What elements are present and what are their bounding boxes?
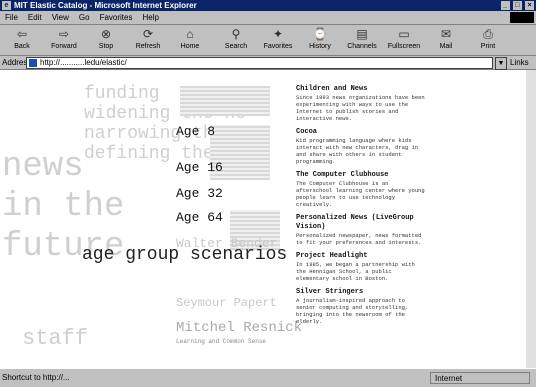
address-bar: Address http://...........ledu/elastic/ … [0,56,536,70]
window-title: MIT Elastic Catalog - Microsoft Internet… [14,1,197,10]
age-64-link[interactable]: Age 64 [176,210,223,225]
person-seymour-papert[interactable]: Seymour Papert [176,296,277,310]
bg-news-text[interactable]: news [2,148,84,186]
project-description: A journalism-inspired approach to senior… [296,297,409,325]
project-list: Children and News Since 1993 news organi… [296,85,428,331]
favorites-icon: ✦ [272,27,284,41]
home-button[interactable]: ⌂ Home [170,27,210,53]
person-note: Learning and Common Sense [176,338,267,345]
person-mitchel-resnick[interactable]: Mitchel Resnick [176,320,302,336]
project-item[interactable]: Children and News Since 1993 news organi… [296,85,428,122]
fullscreen-icon: ▭ [398,27,410,41]
minimize-button[interactable]: _ [500,1,510,10]
project-description: The Computer Clubhouse is an afterschool… [296,180,425,208]
favorites-button[interactable]: ✦ Favorites [258,27,298,53]
age-32-link[interactable]: Age 32 [176,186,223,201]
print-icon: ⎙ [483,27,493,41]
menu-help[interactable]: Help [137,11,163,24]
age-group-scenarios-label: age group scenarios [82,245,288,265]
home-icon: ⌂ [186,27,194,41]
throbber-logo-icon [510,12,534,23]
ie-logo-icon: e [2,1,11,10]
back-arrow-icon: ⇦ [16,27,28,41]
mail-button[interactable]: ✉ Mail [426,27,466,53]
search-button[interactable]: ⚲ Search [216,27,256,53]
project-item[interactable]: Project Headlight In 1985, we began a pa… [296,252,428,282]
bg-collage-image [180,86,270,116]
address-input[interactable]: http://...........ledu/elastic/ [26,57,493,69]
window-title-bar: e MIT Elastic Catalog - Microsoft Intern… [0,0,536,11]
project-title[interactable]: Children and News [296,85,428,94]
menu-bar: File Edit View Go Favorites Help [0,11,536,25]
channels-icon: ▤ [356,27,368,41]
bg-staff-text[interactable]: staff [22,326,88,351]
maximize-button[interactable]: □ [512,1,522,10]
channels-button[interactable]: ▤ Channels [342,27,382,53]
project-title[interactable]: Silver Stringers [296,288,428,297]
status-text: Shortcut to http://... [2,373,70,382]
stop-icon: ⊗ [100,27,112,41]
menu-view[interactable]: View [47,11,74,24]
menu-file[interactable]: File [0,11,23,24]
print-button[interactable]: ⎙ Print [468,27,508,53]
address-dropdown-button[interactable]: ▼ [495,57,507,70]
project-description: Personalized newspaper, news formatted t… [296,232,422,246]
project-title[interactable]: The Computer Clubhouse [296,171,428,180]
project-item[interactable]: Cocoa Kid programming language where kid… [296,128,428,165]
security-zone: Internet [430,372,530,384]
menu-go[interactable]: Go [74,11,95,24]
links-button[interactable]: Links [510,56,529,69]
toolbar: ⇦ Back ⇨ Forward ⊗ Stop ⟳ Refresh ⌂ Home ⚲ Sea… [0,25,536,56]
bg-in-the-text[interactable]: in the [2,188,124,226]
project-item[interactable]: The Computer Clubhouse The Computer Club… [296,171,428,208]
stop-button[interactable]: ⊗ Stop [86,27,126,53]
project-title[interactable]: Personalized News (LiveGroup Vision) [296,214,428,232]
search-icon: ⚲ [231,27,241,41]
project-title[interactable]: Project Headlight [296,252,428,261]
project-title[interactable]: Cocoa [296,128,428,137]
menu-favorites[interactable]: Favorites [95,11,138,24]
back-button[interactable]: ⇦ Back [2,27,42,53]
close-button[interactable]: × [525,1,534,10]
vertical-scrollbar[interactable] [526,70,536,368]
fullscreen-button[interactable]: ▭ Fullscreen [384,27,424,53]
project-description: In 1985, we began a partnership with the… [296,261,415,282]
page-content: funding widening the ne narrowing the g … [0,70,526,368]
refresh-icon: ⟳ [142,27,154,41]
forward-arrow-icon: ⇨ [58,27,70,41]
address-value: http://...........ledu/elastic/ [40,58,127,67]
age-16-link[interactable]: Age 16 [176,160,223,175]
age-8-link[interactable]: Age 8 [176,124,215,139]
menu-edit[interactable]: Edit [23,11,47,24]
project-item[interactable]: Personalized News (LiveGroup Vision) Per… [296,214,428,246]
mail-icon: ✉ [440,27,452,41]
history-icon: ⌚ [312,27,328,41]
project-description: Since 1993 news organizations have been … [296,94,425,122]
project-description: Kid programming language where kids inte… [296,137,419,165]
status-bar: Shortcut to http://... Internet [0,368,536,387]
project-item[interactable]: Silver Stringers A journalism-inspired a… [296,288,428,325]
forward-button[interactable]: ⇨ Forward [44,27,84,53]
history-button[interactable]: ⌚ History [300,27,340,53]
page-icon [29,59,37,67]
bg-funding-text: funding [84,84,160,104]
refresh-button[interactable]: ⟳ Refresh [128,27,168,53]
